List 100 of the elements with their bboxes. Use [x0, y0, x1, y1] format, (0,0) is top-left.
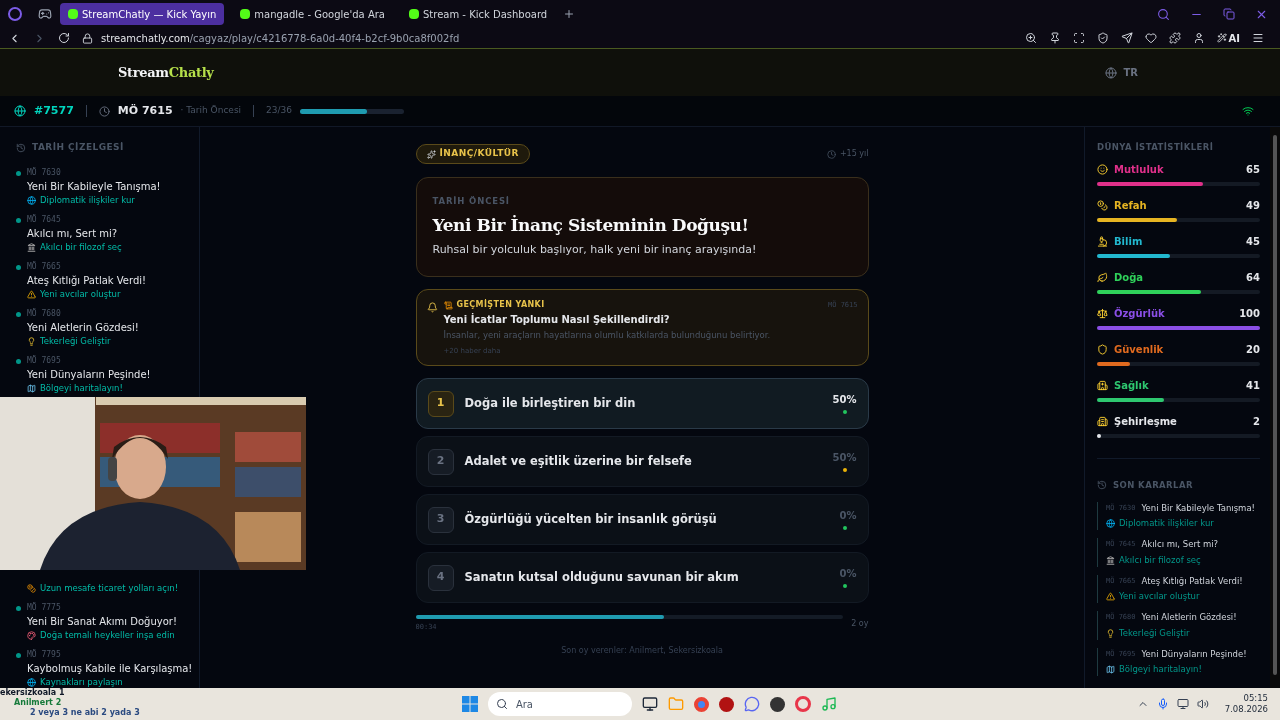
action-icon: [27, 583, 36, 593]
vote-option[interactable]: 4 Sanatın kutsal olduğunu savunan bir akım 0%: [415, 552, 869, 603]
extensions-icon[interactable]: [1168, 32, 1181, 44]
stat-value: 41: [1246, 378, 1260, 393]
timeline-year: MÖ 7630: [27, 166, 62, 179]
decision-action: Tekerleği Geliştir: [1119, 626, 1190, 640]
stat-icon: [1097, 307, 1108, 319]
app-icon[interactable]: [718, 696, 734, 712]
clock-icon: [826, 149, 836, 159]
echo-title: Yeni İcatlar Toplumu Nasıl Şekillendirdi?: [443, 312, 671, 327]
option-text: Özgürlüğü yücelten bir insanlık görüşü: [464, 510, 718, 528]
option-number: 3: [427, 506, 454, 533]
start-icon[interactable]: [461, 696, 478, 712]
menu-icon[interactable]: [1252, 32, 1264, 44]
action-icon: [1106, 665, 1115, 675]
new-tab-icon[interactable]: [563, 8, 576, 20]
stat-icon: [1097, 235, 1108, 247]
decision-title: Akılcı mı, Sert mi?: [1141, 538, 1219, 551]
stat-value: 64: [1246, 270, 1260, 285]
browser-tab[interactable]: StreamChatly — Kick Yayın: [60, 3, 225, 25]
language-button[interactable]: TR: [1105, 65, 1138, 80]
search-field[interactable]: Ara: [487, 692, 632, 716]
timeline-title: Yeni Bir Kabileyle Tanışma!: [27, 179, 161, 194]
timeline-year: MÖ 7795: [27, 648, 62, 661]
stat-value: 65: [1246, 162, 1260, 177]
game-id: #7577: [34, 102, 74, 119]
decision-action: Diplomatik ilişkiler kur: [1119, 517, 1214, 530]
option-number: 4: [427, 564, 454, 591]
event-title: Yeni Bir İnanç Sisteminin Doğuşu!: [432, 213, 750, 237]
bell-icon: [426, 302, 438, 313]
wand-icon: [1216, 33, 1227, 43]
microphone-icon[interactable]: [1156, 698, 1169, 710]
option-percent: 50%: [832, 393, 857, 407]
address-field[interactable]: streamchatly.com/cagyaz/play/c4216778-6a0d-40f4-b2cf-9b0ca8f002fd: [101, 30, 460, 46]
browser-logo-icon[interactable]: [8, 7, 22, 21]
send-icon[interactable]: [1120, 32, 1133, 44]
shield-icon[interactable]: [1096, 32, 1109, 44]
section-title: SON KARARLAR: [1113, 478, 1193, 492]
decision-action: Akılcı bir filozof seç: [1119, 553, 1201, 567]
stat-value: 20: [1246, 342, 1260, 357]
clock-date[interactable]: 7.08.2026: [1224, 704, 1268, 715]
vote-option[interactable]: 3 Özgürlüğü yücelten bir insanlık görüşü 0%: [415, 494, 869, 545]
logo[interactable]: StreamChatly: [118, 62, 214, 83]
timeline-title: Kaybolmuş Kabile ile Karşılaşma!: [27, 661, 193, 676]
timeline-action: Uzun mesafe ticaret yolları açın!: [40, 581, 179, 595]
option-number: 1: [427, 390, 454, 417]
action-icon: [27, 630, 36, 640]
pin-icon[interactable]: [1048, 32, 1061, 44]
action-icon: [1106, 519, 1115, 529]
current-year: MÖ 7615: [117, 102, 173, 119]
timeline-title: Akılcı mı, Sert mi?: [27, 226, 119, 241]
era-label: · Tarih Öncesi: [180, 104, 242, 118]
ai-button[interactable]: AI: [1216, 30, 1240, 46]
vote-option[interactable]: 2 Adalet ve eşitlik üzerine bir felsefe 50%: [415, 436, 869, 487]
timeline-action: Yeni avcılar oluştur: [40, 287, 121, 301]
option-percent: 50%: [832, 451, 857, 465]
chat-message: 2 veya 3 ne abi 2 yada 3: [30, 708, 140, 718]
option-text: Sanatın kutsal olduğunu savunan bir akım: [464, 568, 740, 586]
chat-icon[interactable]: [743, 696, 760, 712]
decision-title: Yeni Aletlerin Gözdesi!: [1141, 611, 1237, 624]
stat-name: Özgürlük: [1114, 306, 1166, 321]
network-icon[interactable]: [1176, 698, 1189, 710]
timeline-title: Yeni Bir Sanat Akımı Doğuyor!: [27, 614, 177, 629]
reload-icon[interactable]: [58, 32, 70, 44]
action-icon: [27, 242, 36, 252]
scroll-icon: [443, 300, 453, 310]
decision-title: Yeni Dünyaların Peşinde!: [1141, 647, 1247, 661]
option-number: 2: [427, 448, 454, 475]
browser-tab[interactable]: Stream - Kick Dashboard: [401, 3, 556, 25]
vote-option[interactable]: 1 Doğa ile birleştiren bir din 50%: [415, 378, 869, 429]
action-icon: [27, 289, 36, 299]
stat-icon: [1097, 343, 1108, 355]
option-percent: 0%: [839, 509, 857, 523]
clock-icon: [98, 105, 110, 117]
clock-time[interactable]: 05:15: [1243, 693, 1268, 704]
timeline-year: MÖ 7665: [27, 260, 62, 273]
section-title: TARİH ÇİZELGESİ: [32, 141, 124, 154]
heart-icon[interactable]: [1144, 32, 1157, 44]
zoom-icon[interactable]: [1024, 32, 1037, 44]
timeline-year: MÖ 7775: [27, 601, 62, 614]
timeline-title: Yeni Aletlerin Gözdesi!: [27, 320, 139, 335]
decision-action: Bölgeyi haritalayın!: [1119, 663, 1202, 676]
duration-label: +15 yıl: [839, 148, 869, 160]
volume-icon[interactable]: [1196, 698, 1209, 710]
timeline-action: Tekerleği Geliştir: [40, 334, 111, 348]
browser-tab[interactable]: mangadle - Google'da Ara: [232, 3, 393, 25]
snapshot-icon[interactable]: [1072, 32, 1085, 44]
scrollbar[interactable]: [1270, 127, 1280, 688]
profile-icon[interactable]: [1192, 32, 1205, 44]
round-counter: 23/36: [266, 104, 292, 118]
echo-body: İnsanlar, yeni araçların hayatlarına olumlu katkılarda bulunduğunu belirtiyor.: [443, 329, 772, 342]
search-icon[interactable]: [1157, 7, 1170, 21]
restore-icon[interactable]: [1223, 8, 1235, 20]
decision-action: Yeni avcılar oluştur: [1119, 590, 1200, 603]
task-view-icon[interactable]: [641, 696, 658, 712]
timeline-title: Ateş Kıtlığı Patlak Verdi!: [27, 273, 147, 288]
event-description: Ruhsal bir yolculuk başlıyor, halk yeni bir inanç arayışında!: [432, 242, 758, 259]
app-icon[interactable]: [769, 696, 785, 712]
stat-name: Refah: [1114, 198, 1148, 213]
gamepad-icon[interactable]: [38, 7, 52, 21]
